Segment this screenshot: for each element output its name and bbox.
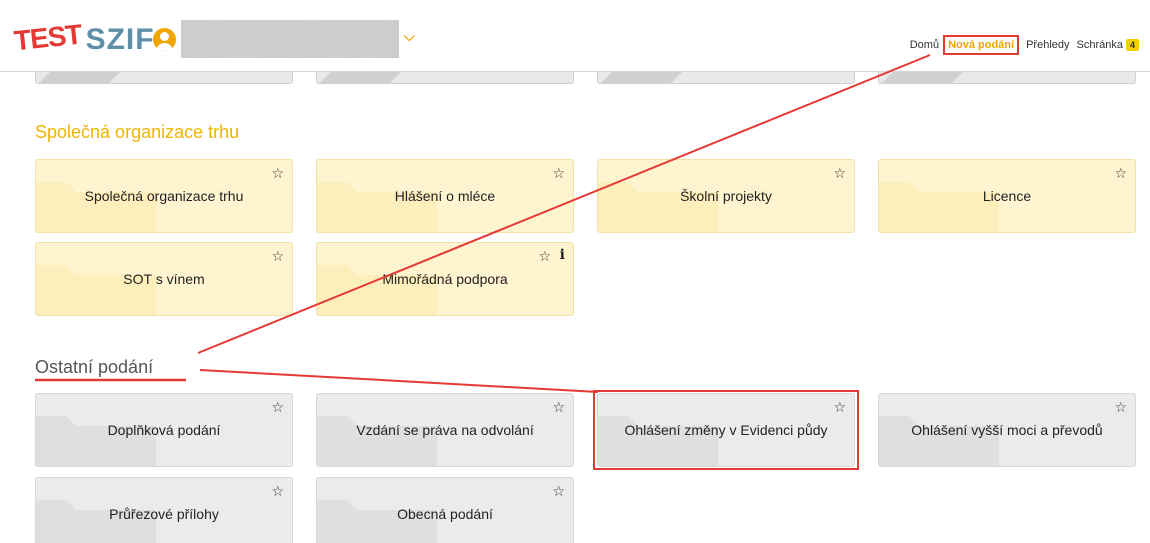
tile-label: Ohlášení změny v Evidenci půdy (624, 422, 828, 438)
star-outline-icon[interactable]: ☆ (1114, 399, 1127, 416)
tile-spolecna-organizace-trhu[interactable]: ☆ Společná organizace trhu (35, 159, 293, 233)
section-title-ostatni-podani: Ostatní podání (35, 357, 154, 377)
tile-label: Ohlášení vyšší moci a převodů (911, 422, 1103, 438)
section-title-spolecna-organizace-trhu: Společná organizace trhu (35, 122, 240, 142)
star-outline-icon[interactable]: ☆ (833, 399, 846, 416)
tile-label: Vzdání se práva na odvolání (356, 422, 534, 438)
logo-test-label: TEST (12, 18, 83, 57)
star-outline-icon[interactable]: ☆ (552, 165, 565, 182)
tile-sot-s-vinem[interactable]: ☆ SOT s vínem (35, 242, 293, 316)
tile-remnant (597, 72, 855, 84)
nav-item-nova-podani[interactable]: Nová podání (943, 35, 1020, 55)
tile-prurezove-prilohy[interactable]: ☆ Průřezové přílohy (35, 477, 293, 543)
star-outline-icon[interactable]: ☆ (538, 248, 551, 265)
tile-label: Doplňková podání (107, 422, 221, 438)
nav-item-domu[interactable]: Domů (910, 39, 939, 51)
star-outline-icon[interactable]: ☆ (271, 248, 284, 265)
tile-remnant (316, 72, 574, 84)
tile-label: Průřezové přílohy (109, 506, 219, 522)
tile-label: Obecná podání (397, 506, 493, 522)
star-outline-icon[interactable]: ☆ (552, 399, 565, 416)
logo-szif-label: SZIF (85, 23, 155, 56)
tile-label: Školní projekty (680, 188, 772, 204)
nav-item-schranka-label: Schránka (1076, 39, 1123, 51)
user-name-redacted[interactable] (181, 20, 399, 58)
tile-label: Hlášení o mléce (394, 188, 496, 204)
main-nav: Domů Nová podání Přehledy Schránka 4 (903, 35, 1139, 55)
info-icon[interactable]: i (560, 247, 565, 263)
star-outline-icon[interactable]: ☆ (271, 399, 284, 416)
tile-doplnkova-podani[interactable]: ☆ Doplňková podání (35, 393, 293, 467)
tile-mimoradna-podpora[interactable]: ☆ i Mimořádná podpora (316, 242, 574, 316)
tile-label: Společná organizace trhu (84, 188, 244, 204)
star-outline-icon[interactable]: ☆ (271, 483, 284, 500)
tile-remnant (878, 72, 1136, 84)
tile-label: Licence (982, 188, 1032, 204)
szif-logo[interactable]: TEST SZIF (12, 18, 155, 58)
star-outline-icon[interactable]: ☆ (833, 165, 846, 182)
tile-remnant (35, 72, 293, 84)
tile-ohlaseni-vyssi-moci-a-prevodu[interactable]: ☆ Ohlášení vyšší moci a převodů (878, 393, 1136, 467)
tile-skolni-projekty[interactable]: ☆ Školní projekty (597, 159, 855, 233)
tile-label: Mimořádná podpora (382, 271, 508, 287)
tile-vzdani-se-prava-na-odvolani[interactable]: ☆ Vzdání se práva na odvolání (316, 393, 574, 467)
star-outline-icon[interactable]: ☆ (271, 165, 284, 182)
nav-item-prehledy[interactable]: Přehledy (1026, 39, 1069, 51)
user-circle-icon[interactable] (153, 28, 176, 51)
star-outline-icon[interactable]: ☆ (1114, 165, 1127, 182)
top-header: TEST SZIF ⌵ Domů Nová podání Přehledy Sc… (0, 0, 1150, 72)
inbox-count-badge: 4 (1125, 39, 1139, 51)
tile-hlaseni-o-mlece[interactable]: ☆ Hlášení o mléce (316, 159, 574, 233)
tile-obecna-podani[interactable]: ☆ Obecná podání (316, 477, 574, 543)
star-outline-icon[interactable]: ☆ (552, 483, 565, 500)
chevron-down-icon[interactable]: ⌵ (404, 28, 415, 45)
nav-item-schranka[interactable]: Schránka 4 (1076, 39, 1139, 51)
tile-label: SOT s vínem (123, 271, 205, 287)
tile-licence[interactable]: ☆ Licence (878, 159, 1136, 233)
tile-ohlaseni-zmeny-v-evidenci-pudy[interactable]: ☆ Ohlášení změny v Evidenci půdy (597, 393, 855, 467)
